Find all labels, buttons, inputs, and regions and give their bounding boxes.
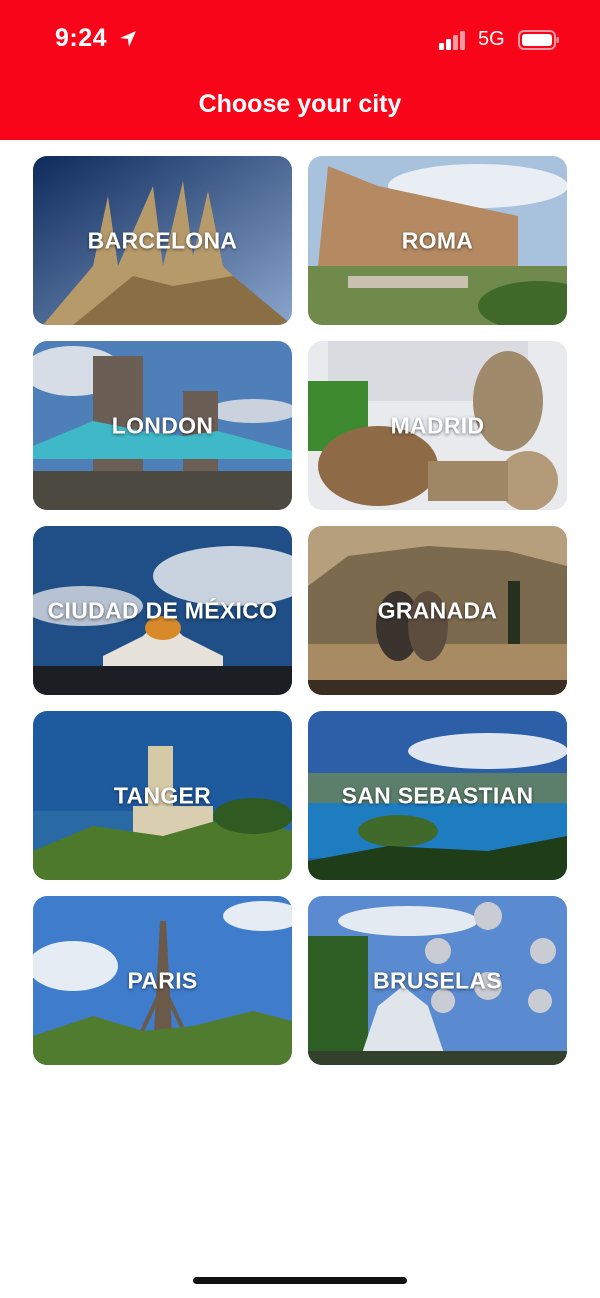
city-card-madrid[interactable]: MADRID (308, 341, 567, 510)
city-label: CIUDAD DE MÉXICO (47, 597, 278, 623)
city-card-london[interactable]: LONDON (33, 341, 292, 510)
city-label: SAN SEBASTIAN (341, 782, 534, 808)
signal-bars-icon (439, 31, 465, 50)
city-label: PARIS (127, 967, 198, 993)
city-card-san-sebastian[interactable]: SAN SEBASTIAN (308, 711, 567, 880)
city-label: LONDON (111, 412, 214, 438)
city-card-roma[interactable]: ROMA (308, 156, 567, 325)
network-type: 5G (478, 28, 505, 50)
city-grid: BARCELONA ROMA LONDON MADRID CIUDAD DE M… (33, 156, 568, 1065)
status-time: 9:24 (55, 24, 108, 52)
home-indicator[interactable] (193, 1277, 407, 1284)
city-label: ROMA (401, 227, 474, 253)
city-label: GRANADA (377, 597, 498, 623)
location-arrow-icon (120, 31, 136, 47)
city-label: TANGER (113, 782, 212, 808)
city-card-barcelona[interactable]: BARCELONA (33, 156, 292, 325)
page-title: Choose your city (198, 90, 402, 118)
city-card-paris[interactable]: PARIS (33, 896, 292, 1065)
status-bar: 9:24 5G (0, 0, 600, 80)
city-card-granada[interactable]: GRANADA (308, 526, 567, 695)
app-header: 9:24 5G Choose your city (0, 0, 600, 140)
city-label: MADRID (390, 412, 485, 438)
city-card-ciudad-de-mexico[interactable]: CIUDAD DE MÉXICO (33, 526, 292, 695)
city-label: BARCELONA (87, 227, 238, 253)
city-card-bruselas[interactable]: BRUSELAS (308, 896, 567, 1065)
city-card-tanger[interactable]: TANGER (33, 711, 292, 880)
city-label: BRUSELAS (373, 967, 502, 993)
battery-icon (518, 30, 559, 50)
